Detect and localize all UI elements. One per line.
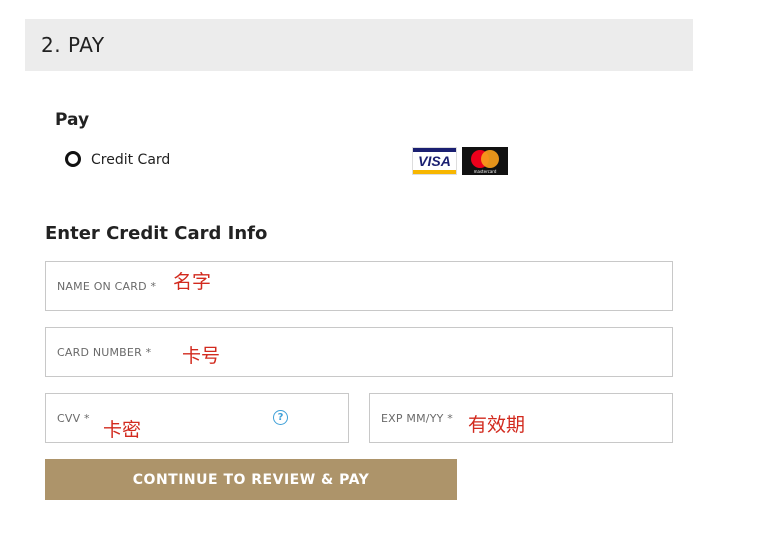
credit-card-label: Credit Card (91, 152, 171, 168)
expiry-label: EXP MM/YY * (381, 412, 453, 425)
continue-to-review-button[interactable]: CONTINUE TO REVIEW & PAY (45, 459, 457, 500)
card-info-heading: Enter Credit Card Info (45, 223, 268, 244)
mastercard-logo: mastercard (462, 147, 508, 175)
section-title: 2. PAY (41, 33, 105, 57)
cvv-field[interactable]: CVV * 卡密 (45, 393, 349, 443)
cvv-value: 卡密 (103, 419, 142, 441)
visa-logo: VISA (412, 147, 457, 175)
cvv-label: CVV * (57, 412, 90, 425)
card-number-label: CARD NUMBER * (57, 346, 152, 359)
expiry-field[interactable]: EXP MM/YY * 有效期 (369, 393, 673, 443)
name-on-card-value: 名字 (173, 271, 212, 293)
name-on-card-label: NAME ON CARD * (57, 280, 157, 293)
cvv-help-icon[interactable]: ? (273, 410, 288, 425)
name-on-card-field[interactable]: NAME ON CARD * 名字 (45, 261, 673, 311)
card-number-value: 卡号 (182, 345, 221, 367)
expiry-value: 有效期 (468, 414, 526, 436)
pay-section-header: 2. PAY (25, 19, 693, 71)
credit-card-radio[interactable] (65, 151, 81, 167)
card-number-field[interactable]: CARD NUMBER * 卡号 (45, 327, 673, 377)
pay-heading: Pay (55, 110, 90, 130)
